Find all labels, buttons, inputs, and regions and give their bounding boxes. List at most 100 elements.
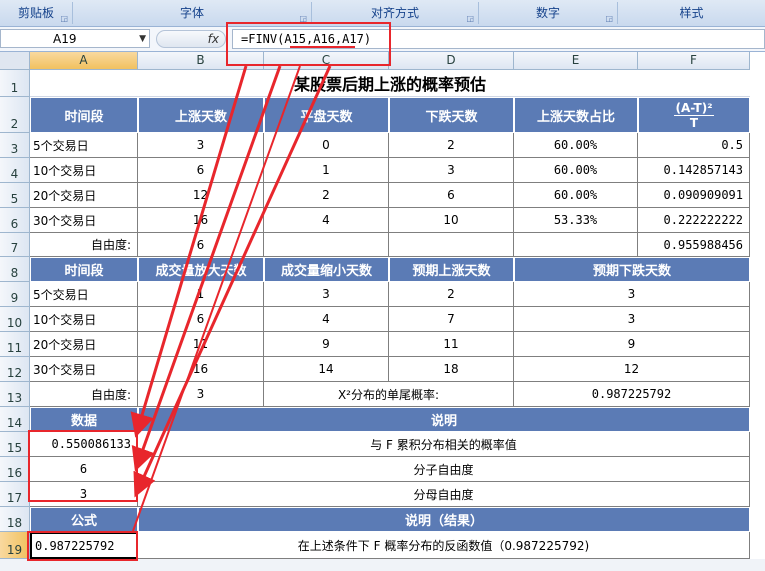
table2-cell[interactable]: 20个交易日 [30, 332, 138, 357]
table2-header[interactable]: 成交量缩小天数 [264, 257, 389, 282]
dof-label[interactable]: 自由度: [30, 382, 138, 407]
table1-cell[interactable]: 2 [264, 183, 389, 208]
row-header[interactable]: 6 [0, 208, 30, 233]
table1-header[interactable]: 时间段 [30, 97, 138, 133]
table1-cell[interactable]: 4 [264, 208, 389, 233]
table2-cell[interactable]: 18 [389, 357, 514, 382]
table1-cell[interactable]: 6 [389, 183, 514, 208]
row-header[interactable]: 10 [0, 307, 30, 332]
data-desc[interactable]: 与 F 累积分布相关的概率值 [138, 432, 750, 457]
table2-cell[interactable]: 30个交易日 [30, 357, 138, 382]
select-all-corner[interactable] [0, 52, 30, 70]
table2-cell[interactable]: 9 [264, 332, 389, 357]
row-header[interactable]: 16 [0, 457, 30, 482]
row-header[interactable]: 7 [0, 233, 30, 257]
prob-value[interactable]: 0.987225792 [514, 382, 750, 407]
row-header[interactable]: 9 [0, 282, 30, 307]
data-value[interactable]: 3 [30, 482, 138, 507]
dof-value[interactable]: 3 [138, 382, 264, 407]
row-header[interactable]: 4 [0, 158, 30, 183]
ribbon-group-clipboard[interactable]: 剪贴板 ◲ [0, 2, 73, 24]
column-header-b[interactable]: B [138, 52, 264, 70]
table2-cell[interactable]: 9 [514, 332, 750, 357]
table2-cell[interactable]: 3 [264, 282, 389, 307]
ribbon-group-alignment[interactable]: 对齐方式 ◲ [312, 2, 479, 24]
table2-header[interactable]: 预期上涨天数 [389, 257, 514, 282]
column-header-a[interactable]: A [30, 52, 138, 70]
row-header[interactable]: 17 [0, 482, 30, 507]
column-header-d[interactable]: D [389, 52, 514, 70]
result-desc[interactable]: 在上述条件下 F 概率分布的反函数值（0.987225792) [138, 532, 750, 559]
table1-cell[interactable]: 5个交易日 [30, 133, 138, 158]
prob-label[interactable]: X²分布的单尾概率: [264, 382, 514, 407]
table3-header-formula[interactable]: 公式 [30, 507, 138, 532]
table1-cell[interactable]: 0.222222222 [638, 208, 750, 233]
table1-cell[interactable]: 60.00% [514, 158, 638, 183]
table2-cell[interactable]: 14 [264, 357, 389, 382]
table3-header-result[interactable]: 说明（结果） [138, 507, 750, 532]
table1-cell[interactable]: 12 [138, 183, 264, 208]
ribbon-group-styles[interactable]: 样式 [618, 2, 765, 24]
table1-cell[interactable]: 6 [138, 158, 264, 183]
row-header[interactable]: 1 [0, 70, 30, 97]
dof-label[interactable]: 自由度: [30, 233, 138, 257]
row-header[interactable]: 19 [0, 532, 30, 559]
table1-cell[interactable]: 10 [389, 208, 514, 233]
table2-cell[interactable]: 11 [138, 332, 264, 357]
row-header[interactable]: 18 [0, 507, 30, 532]
row-header[interactable]: 3 [0, 133, 30, 158]
table2-header[interactable]: 成交量放大天数 [138, 257, 264, 282]
table1-cell[interactable]: 60.00% [514, 133, 638, 158]
table2-cell[interactable]: 11 [389, 332, 514, 357]
table1-cell[interactable]: 1 [264, 158, 389, 183]
table2-header[interactable]: 时间段 [30, 257, 138, 282]
table1-header[interactable]: 下跌天数 [389, 97, 514, 133]
table1-cell[interactable]: 2 [389, 133, 514, 158]
table2-cell[interactable]: 10个交易日 [30, 307, 138, 332]
table2-cell[interactable]: 4 [264, 307, 389, 332]
name-box[interactable]: A19 ▼ [0, 29, 150, 48]
table1-cell[interactable]: 53.33% [514, 208, 638, 233]
table1-cell[interactable]: 10个交易日 [30, 158, 138, 183]
row-header[interactable]: 2 [0, 97, 30, 133]
table2-cell[interactable]: 5个交易日 [30, 282, 138, 307]
dof-value[interactable]: 6 [138, 233, 264, 257]
column-header-f[interactable]: F [638, 52, 750, 70]
formula-input[interactable]: =FINV(A15,A16,A17) [232, 29, 765, 49]
table3-header-desc[interactable]: 说明 [138, 407, 750, 432]
result-cell-a19[interactable]: 0.987225792 [30, 532, 138, 559]
sheet-title[interactable]: 某股票后期上涨的概率预估 [30, 70, 750, 97]
table1-cell[interactable]: 30个交易日 [30, 208, 138, 233]
row-header[interactable]: 8 [0, 257, 30, 282]
table2-cell[interactable]: 7 [389, 307, 514, 332]
table1-cell[interactable]: 0.5 [638, 133, 750, 158]
table2-header[interactable]: 预期下跌天数 [514, 257, 750, 282]
ribbon-group-font[interactable]: 字体 ◲ [73, 2, 312, 24]
empty-cell[interactable] [514, 233, 638, 257]
table1-cell[interactable]: 0.090909091 [638, 183, 750, 208]
table2-cell[interactable]: 6 [138, 307, 264, 332]
table2-cell[interactable]: 3 [514, 282, 750, 307]
data-desc[interactable]: 分子自由度 [138, 457, 750, 482]
table2-cell[interactable]: 1 [138, 282, 264, 307]
table1-header[interactable]: 上涨天数占比 [514, 97, 638, 133]
data-value[interactable]: 0.550086133 [30, 432, 138, 457]
table1-cell[interactable]: 20个交易日 [30, 183, 138, 208]
table1-cell[interactable]: 0.142857143 [638, 158, 750, 183]
row-header[interactable]: 15 [0, 432, 30, 457]
table3-header-data[interactable]: 数据 [30, 407, 138, 432]
chevron-down-icon[interactable]: ▼ [139, 30, 146, 49]
table2-cell[interactable]: 16 [138, 357, 264, 382]
table1-header[interactable]: 平盘天数 [264, 97, 389, 133]
row-header[interactable]: 13 [0, 382, 30, 407]
table2-cell[interactable]: 3 [514, 307, 750, 332]
empty-cell[interactable] [389, 233, 514, 257]
table1-cell[interactable]: 3 [389, 158, 514, 183]
table1-cell[interactable]: 0 [264, 133, 389, 158]
column-header-e[interactable]: E [514, 52, 638, 70]
row-header[interactable]: 14 [0, 407, 30, 432]
table1-header[interactable]: 上涨天数 [138, 97, 264, 133]
chi-sum-value[interactable]: 0.955988456 [638, 233, 750, 257]
table1-header-formula[interactable]: (A-T)² T [638, 97, 750, 133]
row-header[interactable]: 12 [0, 357, 30, 382]
